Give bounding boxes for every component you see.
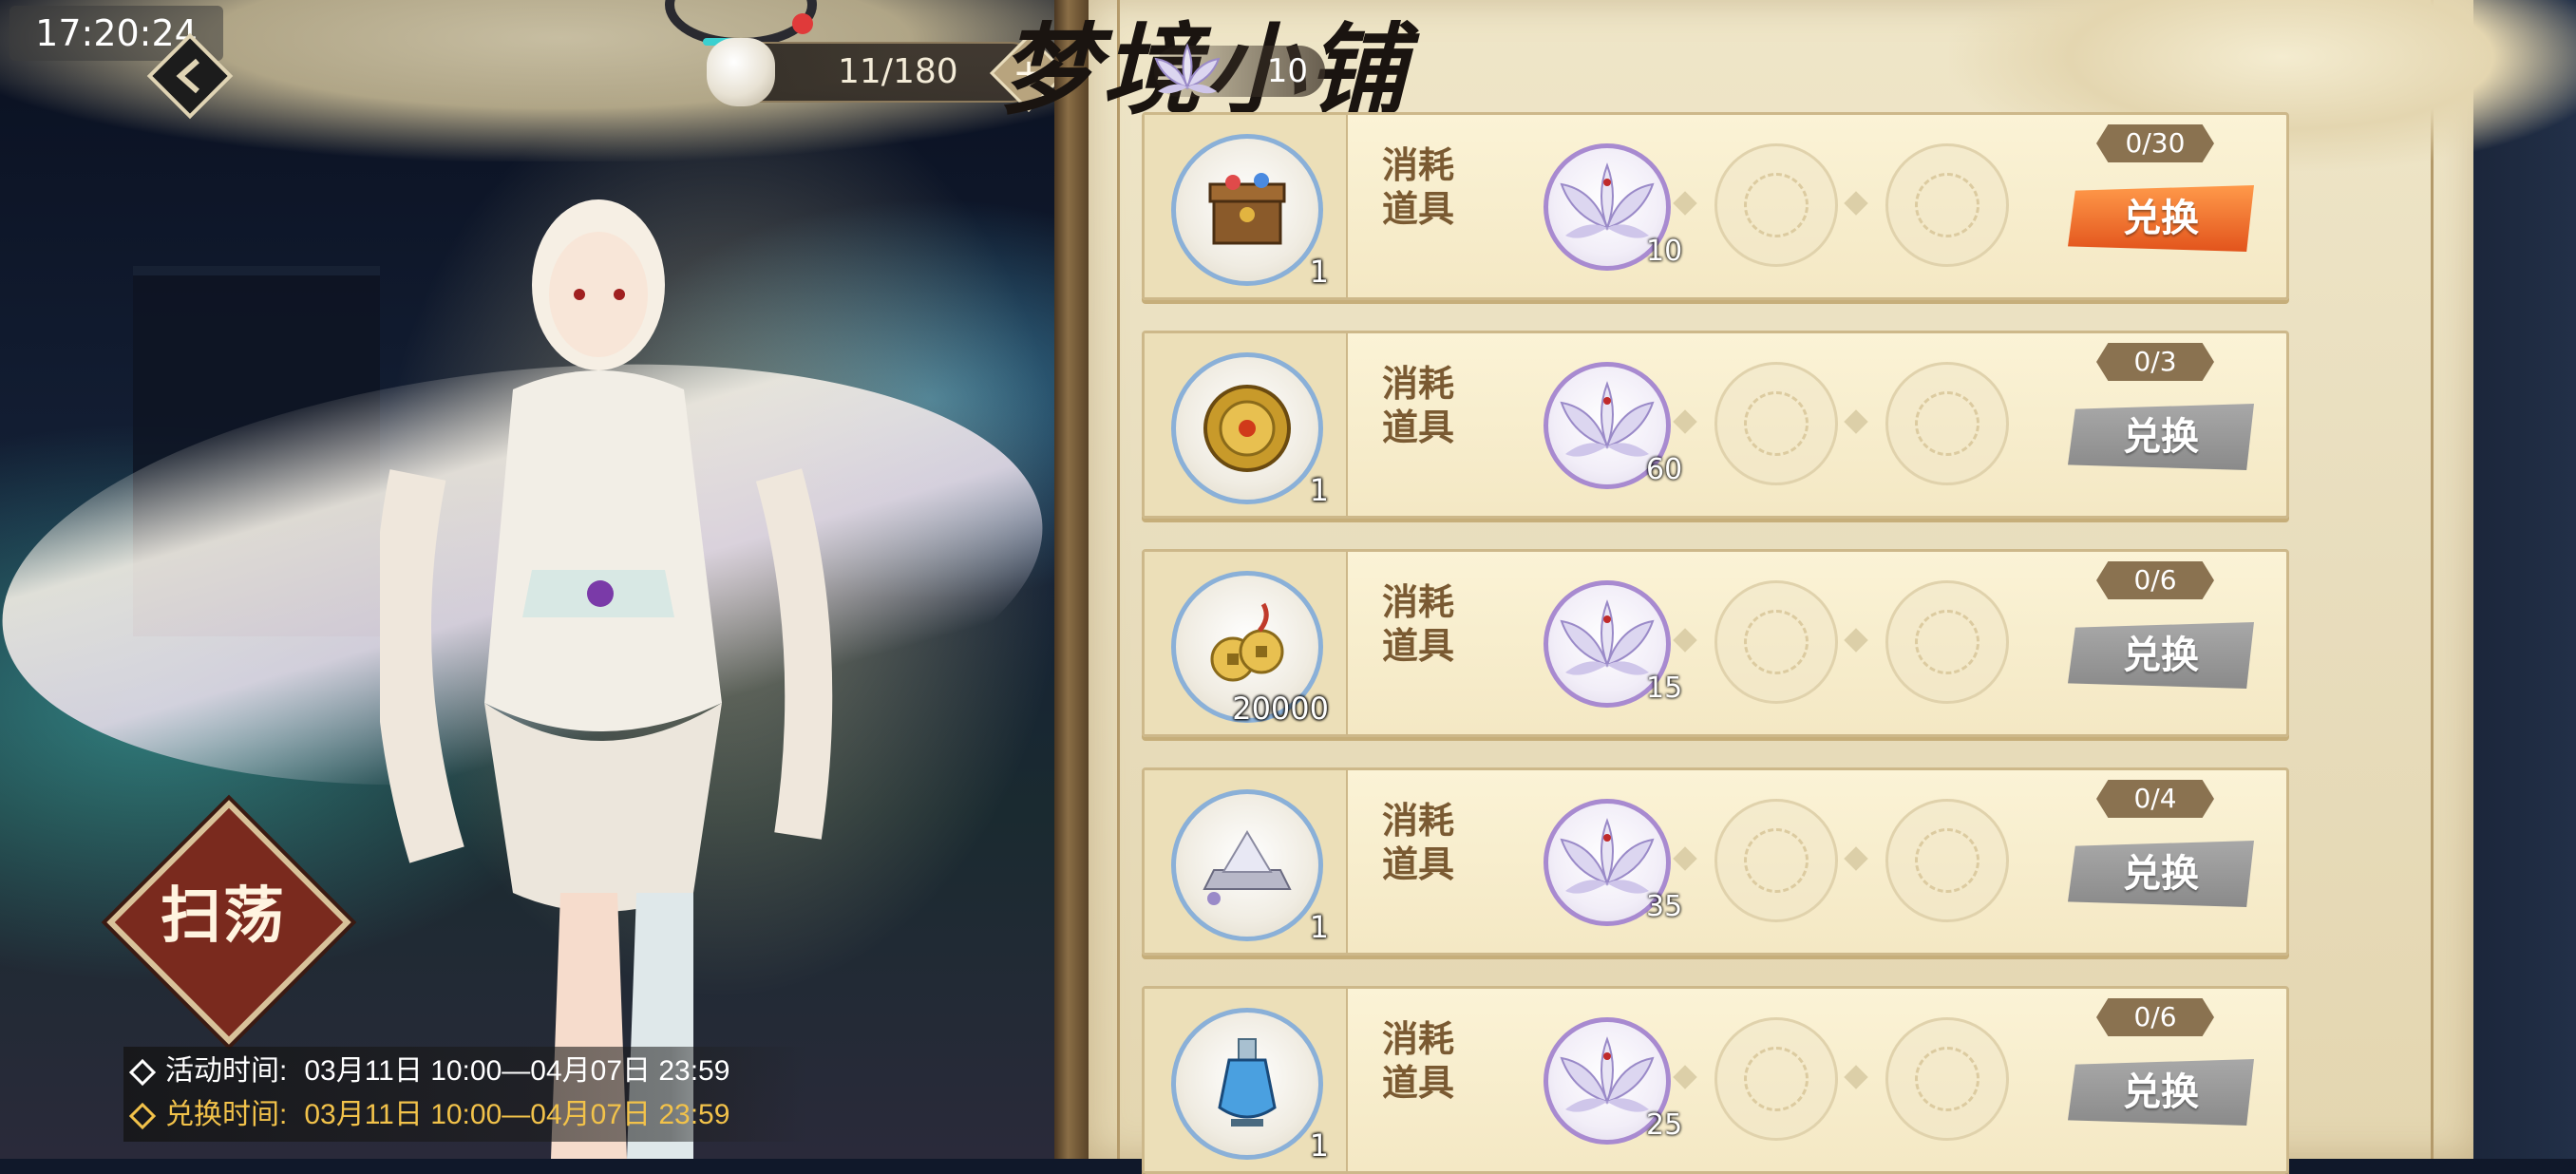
exchange-time-range: 03月11日 10:00—04月07日 23:59 bbox=[304, 1099, 730, 1130]
separator-diamond-icon bbox=[1673, 846, 1697, 871]
separator-diamond-icon bbox=[1844, 1065, 1868, 1089]
item-type-line: 道具 bbox=[1382, 406, 1455, 448]
item-cell[interactable]: 1 bbox=[1145, 770, 1348, 953]
separator-diamond-icon bbox=[1844, 191, 1868, 216]
activity-time-range: 03月11日 10:00—04月07日 23:59 bbox=[304, 1055, 730, 1087]
purchase-limit-badge: 0/6 bbox=[2096, 561, 2214, 599]
empty-cost-slot bbox=[1885, 799, 2009, 922]
shop-item-list[interactable]: 1 消耗 道具 10 0/30 兑换 1 消耗 道具 60 0/3 兑换 20000 消耗 道具 15 0/6 兑… bbox=[1142, 112, 2289, 1174]
separator-diamond-icon bbox=[1673, 628, 1697, 653]
item-type-line: 道具 bbox=[1382, 187, 1455, 230]
activity-time-label: 活动时间: bbox=[165, 1055, 288, 1087]
purchase-limit-badge: 0/3 bbox=[2096, 343, 2214, 381]
item-type-label: 消耗 道具 bbox=[1382, 799, 1477, 886]
item-type-line: 消耗 bbox=[1382, 143, 1455, 186]
shop-item-row: 1 消耗 道具 25 0/6 兑换 bbox=[1142, 986, 2289, 1174]
item-type-line: 道具 bbox=[1382, 1061, 1455, 1104]
empty-cost-slot bbox=[1714, 580, 1838, 704]
activity-time-row: 活动时间: 03月11日 10:00—04月07日 23:59 bbox=[128, 1051, 730, 1092]
diamond-bullet-icon bbox=[128, 1102, 157, 1130]
item-type-label: 消耗 道具 bbox=[1382, 362, 1477, 449]
item-quantity: 1 bbox=[1309, 472, 1329, 508]
separator-diamond-icon bbox=[1673, 1065, 1697, 1089]
item-quantity: 1 bbox=[1309, 1127, 1329, 1164]
back-arrow-icon bbox=[146, 32, 234, 120]
notification-dot bbox=[792, 13, 813, 34]
item-cell[interactable]: 1 bbox=[1145, 115, 1348, 297]
item-type-label: 消耗 道具 bbox=[1382, 143, 1477, 231]
item-type-label: 消耗 道具 bbox=[1382, 1017, 1477, 1105]
item-cell[interactable]: 20000 bbox=[1145, 552, 1348, 734]
exchange-button[interactable]: 兑换 bbox=[2068, 622, 2254, 689]
item-type-line: 消耗 bbox=[1382, 362, 1455, 405]
treasure-chest-icon[interactable] bbox=[1171, 134, 1323, 286]
stamina-icon bbox=[707, 38, 775, 106]
shop-item-row: 1 消耗 道具 10 0/30 兑换 bbox=[1142, 112, 2289, 300]
exchange-button[interactable]: 兑换 bbox=[2068, 185, 2254, 252]
shop-item-row: 1 消耗 道具 35 0/4 兑换 bbox=[1142, 767, 2289, 956]
purchase-limit-badge: 0/6 bbox=[2096, 998, 2214, 1036]
item-quantity: 1 bbox=[1309, 254, 1329, 290]
diamond-bullet-icon bbox=[128, 1058, 157, 1087]
empty-cost-slot bbox=[1885, 1017, 2009, 1141]
stamina-counter: 11/180 + bbox=[707, 33, 1054, 113]
empty-cost-slot bbox=[1714, 1017, 1838, 1141]
separator-diamond-icon bbox=[1673, 191, 1697, 216]
purchase-limit-badge: 0/4 bbox=[2096, 780, 2214, 818]
purchase-limit-badge: 0/30 bbox=[2096, 124, 2214, 162]
cost-amount: 25 bbox=[1646, 1108, 1683, 1142]
item-quantity: 20000 bbox=[1232, 691, 1329, 727]
item-type-line: 消耗 bbox=[1382, 1017, 1455, 1060]
event-time-info: 活动时间: 03月11日 10:00—04月07日 23:59 兑换时间: 03月1… bbox=[123, 1047, 807, 1142]
cost-amount: 10 bbox=[1646, 235, 1683, 268]
blue-potion-icon[interactable] bbox=[1171, 1008, 1323, 1160]
cost-amount: 35 bbox=[1646, 890, 1683, 923]
exchange-button[interactable]: 兑换 bbox=[2068, 841, 2254, 907]
empty-cost-slot bbox=[1714, 143, 1838, 267]
item-type-line: 消耗 bbox=[1382, 580, 1455, 623]
back-button[interactable] bbox=[142, 28, 237, 123]
empty-cost-slot bbox=[1885, 362, 2009, 485]
item-cell[interactable]: 1 bbox=[1145, 989, 1348, 1171]
exchange-time-row: 兑换时间: 03月11日 10:00—04月07日 23:59 bbox=[128, 1094, 730, 1136]
currency-amount: 10 bbox=[1266, 52, 1308, 90]
exchange-button[interactable]: 兑换 bbox=[2068, 404, 2254, 470]
shop-item-row: 20000 消耗 道具 15 0/6 兑换 bbox=[1142, 549, 2289, 737]
stamina-value: 11/180 bbox=[838, 52, 958, 91]
item-quantity: 1 bbox=[1309, 909, 1329, 945]
item-type-line: 道具 bbox=[1382, 843, 1455, 885]
item-type-label: 消耗 道具 bbox=[1382, 580, 1477, 668]
item-cell[interactable]: 1 bbox=[1145, 333, 1348, 516]
empty-cost-slot bbox=[1714, 799, 1838, 922]
exchange-button[interactable]: 兑换 bbox=[2068, 1059, 2254, 1126]
exchange-time-label: 兑换时间: bbox=[165, 1099, 288, 1130]
character-art-panel: 17:20:24 11/180 + 扫荡 活动时间: 03月11日 10:00—0… bbox=[0, 0, 1054, 1159]
empty-cost-slot bbox=[1885, 580, 2009, 704]
character-illustration bbox=[374, 171, 836, 1159]
item-type-line: 道具 bbox=[1382, 624, 1455, 667]
empty-cost-slot bbox=[1714, 362, 1838, 485]
separator-diamond-icon bbox=[1844, 846, 1868, 871]
scroll-rod bbox=[1054, 0, 1091, 1159]
lotus-icon bbox=[1154, 43, 1221, 94]
item-type-line: 消耗 bbox=[1382, 799, 1455, 842]
empty-cost-slot bbox=[1885, 143, 2009, 267]
separator-diamond-icon bbox=[1673, 409, 1697, 434]
golden-compass-icon[interactable] bbox=[1171, 352, 1323, 504]
separator-diamond-icon bbox=[1844, 628, 1868, 653]
shop-item-row: 1 消耗 道具 60 0/3 兑换 bbox=[1142, 331, 2289, 519]
sweep-button-label[interactable]: 扫荡 bbox=[123, 860, 323, 974]
mountain-stone-icon[interactable] bbox=[1171, 789, 1323, 941]
currency-display: 10 bbox=[1154, 43, 1325, 97]
cost-amount: 15 bbox=[1646, 672, 1683, 705]
cost-amount: 60 bbox=[1646, 453, 1683, 486]
separator-diamond-icon bbox=[1844, 409, 1868, 434]
